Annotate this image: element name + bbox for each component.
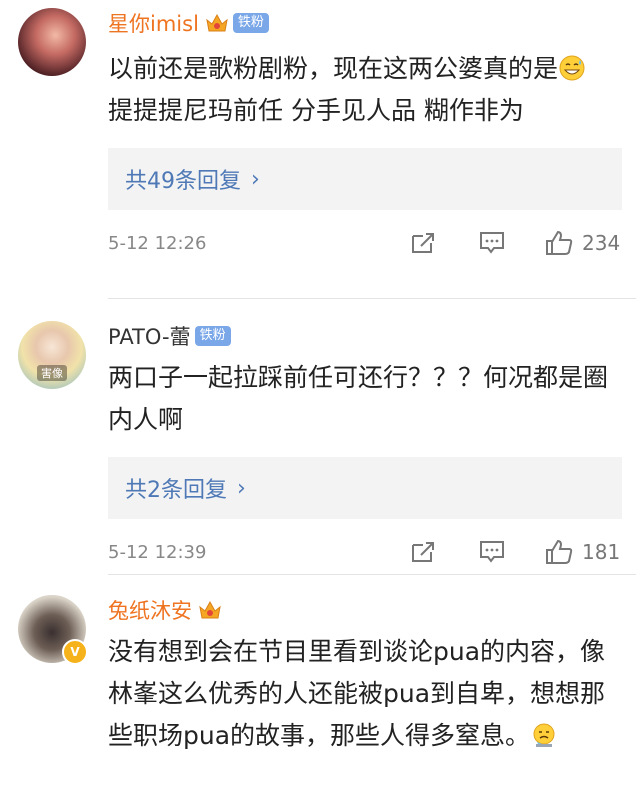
like-count: 181 <box>582 540 621 564</box>
replies-label: 共2条回复 <box>125 478 227 503</box>
username[interactable]: PATO-蕾 <box>108 321 191 351</box>
comment-text: 以前还是歌粉剧粉，现在这两公婆真的是 提提提尼玛前任 分手见人品 糊作非为 <box>108 48 608 132</box>
comment-meta: 5-12 12:26 234 <box>108 210 622 276</box>
username[interactable]: 兔纸沐安 <box>108 595 192 625</box>
avatar[interactable]: 害像 <box>18 321 86 389</box>
fan-badge: 铁粉 <box>232 13 269 33</box>
avatar[interactable] <box>18 8 86 76</box>
like-count: 234 <box>582 231 621 255</box>
timestamp: 5-12 12:39 <box>108 541 207 563</box>
crown-icon <box>199 600 221 619</box>
comment-text: 两口子一起拉踩前任可还行？？？何况都是圈内人啊 <box>108 363 609 434</box>
comment-item: 害像 PATO-蕾 铁粉 两口子一起拉踩前任可还行？？？何况都是圈内人啊 共2条… <box>0 299 636 574</box>
comment-item: V 兔纸沐安 没有想到会在节目里看到谈论pua的内容，像林峯这么优秀的人还能被p… <box>0 575 636 803</box>
like-button[interactable]: 234 <box>544 229 620 257</box>
crying-sweat-emoji <box>533 723 555 747</box>
repost-button[interactable] <box>409 230 437 256</box>
chevron-right-icon: › <box>251 166 260 192</box>
repost-icon <box>412 542 434 562</box>
comment-icon <box>480 541 504 563</box>
thumbs-up-icon <box>546 230 573 255</box>
view-replies-button[interactable]: 共49条回复 › <box>108 148 622 210</box>
comment-button[interactable] <box>478 230 506 256</box>
repost-icon <box>412 233 434 253</box>
comment-item: 星你imisl 铁粉 以前还是歌粉剧粉，现在这两公婆真的是 提提提尼玛前任 分手… <box>0 0 636 298</box>
comment-text: 没有想到会在节目里看到谈论pua的内容，像林峯这么优秀的人还能被pua到自卑，想… <box>108 637 606 750</box>
grinning-sweat-emoji <box>559 55 585 81</box>
crown-icon <box>206 13 228 32</box>
comment-icon <box>480 232 504 254</box>
replies-label: 共49条回复 <box>125 169 241 194</box>
comment-button[interactable] <box>478 539 506 565</box>
view-replies-button[interactable]: 共2条回复 › <box>108 457 622 519</box>
fan-badge: 铁粉 <box>194 326 231 346</box>
chevron-right-icon: › <box>237 475 246 501</box>
verified-badge-icon: V <box>62 639 88 665</box>
timestamp: 5-12 12:26 <box>108 232 207 254</box>
thumbs-up-icon <box>546 539 573 564</box>
like-button[interactable]: 181 <box>544 538 620 566</box>
repost-button[interactable] <box>409 539 437 565</box>
username[interactable]: 星你imisl <box>108 8 199 38</box>
